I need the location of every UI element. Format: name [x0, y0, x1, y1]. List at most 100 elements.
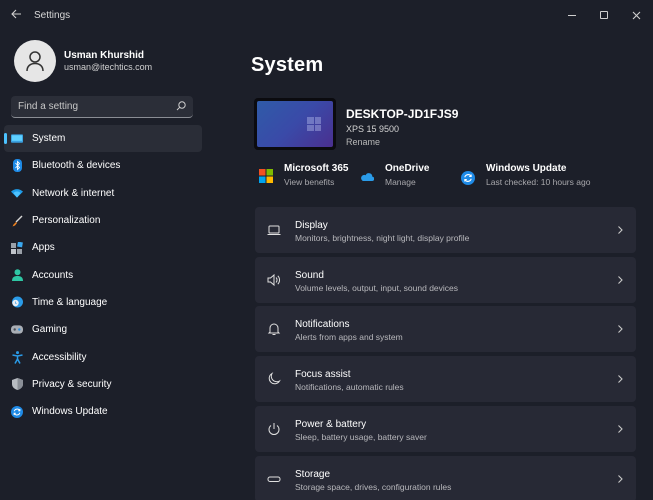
quick-link-subtitle[interactable]: Manage	[385, 177, 429, 187]
accounts-icon	[11, 269, 23, 282]
card-subtitle: Storage space, drives, configuration rul…	[295, 482, 452, 492]
sidebar-item-label: Personalization	[32, 215, 101, 227]
close-icon	[632, 11, 640, 19]
sidebar-item-apps[interactable]: Apps	[4, 234, 202, 261]
accessibility-icon	[11, 350, 23, 364]
sidebar-item-label: System	[32, 133, 66, 145]
device-thumbnail	[254, 98, 336, 150]
quick-link-microsoft-365[interactable]: Microsoft 365 View benefits	[259, 163, 348, 191]
close-button[interactable]	[622, 4, 650, 26]
sidebar-item-label: Accounts	[32, 269, 74, 281]
chevron-right-icon	[618, 325, 623, 333]
card-title: Sound	[295, 270, 324, 281]
sidebar-nav: System Bluetooth & devices Network & int…	[4, 125, 202, 425]
device-screen	[257, 101, 333, 147]
card-title: Focus assist	[295, 369, 351, 380]
quick-link-subtitle[interactable]: View benefits	[284, 177, 348, 187]
globe-clock-icon	[11, 296, 23, 308]
card-title: Display	[295, 220, 328, 231]
settings-card-storage[interactable]: Storage Storage space, drives, configura…	[255, 456, 636, 500]
back-arrow-icon	[11, 9, 21, 19]
windows-logo-icon	[307, 117, 321, 131]
sidebar-item-time-language[interactable]: Time & language	[4, 289, 202, 316]
onedrive-cloud-icon	[361, 173, 374, 182]
active-indicator	[4, 133, 7, 144]
user-name: Usman Khurshid	[64, 50, 145, 61]
system-display-icon	[11, 133, 23, 145]
device-name: DESKTOP-JD1FJS9	[346, 107, 459, 121]
sidebar-item-label: Time & language	[32, 296, 108, 308]
paintbrush-icon	[11, 215, 23, 227]
maximize-button[interactable]	[590, 4, 618, 26]
update-icon	[11, 405, 23, 418]
settings-card-focus-assist[interactable]: Focus assist Notifications, automatic ru…	[255, 356, 636, 402]
quick-link-title: Windows Update	[486, 163, 567, 174]
card-subtitle: Notifications, automatic rules	[295, 382, 404, 392]
storage-drive-icon	[267, 476, 281, 482]
quick-link-windows-update[interactable]: Windows Update Last checked: 10 hours ag…	[461, 163, 590, 191]
sidebar-item-label: Privacy & security	[32, 378, 112, 390]
sidebar-item-label: Bluetooth & devices	[32, 160, 121, 172]
chevron-right-icon	[618, 276, 623, 284]
chevron-right-icon	[618, 475, 623, 483]
sidebar-item-accessibility[interactable]: Accessibility	[4, 343, 202, 370]
search-icon[interactable]	[175, 100, 187, 112]
sidebar-item-network[interactable]: Network & internet	[4, 180, 202, 207]
page-title: System	[251, 54, 324, 76]
speaker-icon	[267, 273, 280, 287]
microsoft-365-icon	[259, 169, 273, 183]
settings-card-notifications[interactable]: Notifications Alerts from apps and syste…	[255, 306, 636, 352]
device-model: XPS 15 9500	[346, 124, 400, 134]
moon-icon	[268, 372, 281, 385]
user-email: usman@itechtics.com	[64, 62, 153, 72]
back-button[interactable]	[8, 8, 24, 24]
user-icon	[26, 51, 44, 72]
sidebar-item-bluetooth[interactable]: Bluetooth & devices	[4, 152, 202, 179]
wifi-icon	[11, 187, 23, 199]
power-icon	[268, 423, 280, 435]
search-box[interactable]	[11, 96, 193, 118]
quick-link-title: OneDrive	[385, 163, 430, 174]
sidebar-item-accounts[interactable]: Accounts	[4, 261, 202, 288]
bluetooth-icon	[11, 159, 23, 173]
card-title: Notifications	[295, 319, 350, 330]
sidebar-item-gaming[interactable]: Gaming	[4, 316, 202, 343]
card-subtitle: Monitors, brightness, night light, displ…	[295, 233, 470, 243]
chevron-right-icon	[618, 375, 623, 383]
sidebar-item-label: Windows Update	[32, 406, 108, 418]
shield-icon	[11, 378, 23, 391]
apps-icon	[11, 241, 23, 254]
sidebar-item-privacy-security[interactable]: Privacy & security	[4, 371, 202, 398]
settings-card-display[interactable]: Display Monitors, brightness, night ligh…	[255, 207, 636, 253]
avatar[interactable]	[14, 40, 56, 82]
card-subtitle: Volume levels, output, input, sound devi…	[295, 283, 459, 293]
card-title: Power & battery	[295, 419, 367, 430]
quick-link-title: Microsoft 365	[284, 163, 349, 174]
sidebar-item-label: Gaming	[32, 324, 68, 336]
sidebar-item-windows-update[interactable]: Windows Update	[4, 398, 202, 425]
app-title: Settings	[34, 10, 71, 21]
gamepad-icon	[11, 324, 23, 336]
quick-link-onedrive[interactable]: OneDrive Manage	[360, 163, 429, 191]
minimize-button[interactable]	[558, 4, 586, 26]
card-subtitle: Alerts from apps and system	[295, 332, 403, 342]
windows-update-icon	[461, 171, 475, 185]
maximize-icon	[600, 11, 608, 19]
settings-card-power-battery[interactable]: Power & battery Sleep, battery usage, ba…	[255, 406, 636, 452]
laptop-icon	[267, 225, 281, 235]
sidebar-item-system[interactable]: System	[4, 125, 202, 153]
sidebar-item-personalization[interactable]: Personalization	[4, 207, 202, 234]
chevron-right-icon	[618, 226, 623, 234]
rename-link[interactable]: Rename	[346, 137, 380, 147]
minimize-icon	[568, 14, 576, 16]
sidebar-item-label: Accessibility	[32, 351, 87, 363]
sidebar-item-label: Network & internet	[32, 187, 115, 199]
chevron-right-icon	[618, 425, 623, 433]
sidebar-item-label: Apps	[32, 242, 55, 254]
quick-link-subtitle: Last checked: 10 hours ago	[486, 177, 591, 187]
card-subtitle: Sleep, battery usage, battery saver	[295, 432, 427, 442]
title-bar: Settings	[0, 0, 653, 32]
settings-card-sound[interactable]: Sound Volume levels, output, input, soun…	[255, 257, 636, 303]
search-input[interactable]	[18, 101, 168, 112]
bell-icon	[267, 323, 281, 335]
